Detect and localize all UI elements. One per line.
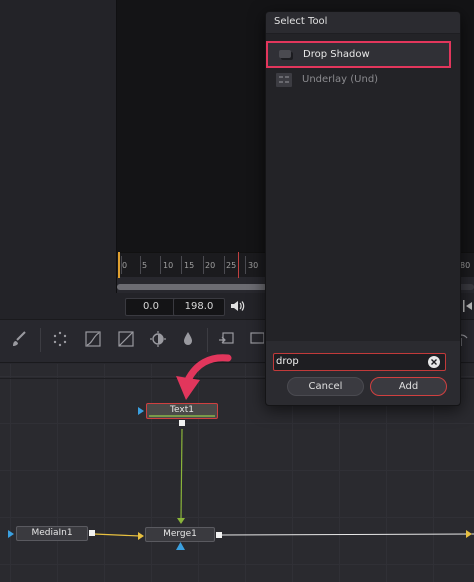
toolbar-separator [40, 328, 41, 352]
node-merge1[interactable]: Merge1 [145, 527, 215, 542]
connection-merge-out [219, 533, 474, 536]
ruler-tick-label: 20 [205, 261, 216, 270]
cancel-button[interactable]: Cancel [287, 377, 364, 396]
node-input-arrow[interactable] [8, 530, 14, 538]
tool-item-label: Drop Shadow [303, 49, 370, 60]
ruler-tick-label: 10 [163, 261, 174, 270]
node-status-bar [149, 415, 215, 417]
ruler-tick [245, 256, 246, 274]
merge-tool-icon[interactable] [217, 330, 235, 348]
gradient-icon[interactable] [117, 330, 135, 348]
ruler-tick-label: 25 [226, 261, 237, 270]
ruler-tick [160, 256, 161, 274]
blur-drop-icon[interactable] [179, 330, 197, 348]
connection-arrow-head [138, 532, 144, 540]
ruler-tick-label: 0 [122, 261, 128, 270]
tool-item-underlay[interactable]: Underlay (Und) [266, 70, 451, 92]
ruler-tick-label: 30 [248, 261, 259, 270]
tool-item-drop-shadow[interactable]: Drop Shadow [266, 41, 451, 68]
node-output-port[interactable] [89, 530, 95, 536]
node-output-port[interactable] [179, 420, 185, 426]
clear-search-icon[interactable] [428, 356, 440, 368]
tool-item-label: Underlay (Und) [302, 74, 379, 85]
transform-tool-icon[interactable] [250, 330, 264, 348]
particles-icon[interactable] [51, 330, 69, 348]
color-correct-icon[interactable] [149, 330, 167, 348]
ruler-tick-label: 5 [142, 261, 148, 270]
go-to-end-icon[interactable] [462, 299, 474, 313]
connection-media-merge [93, 533, 141, 537]
ruler-tick [181, 256, 182, 274]
node-label: MediaIn1 [31, 528, 73, 538]
node-output-port[interactable] [216, 532, 222, 538]
left-panel [0, 0, 116, 318]
dialog-title: Select Tool [274, 16, 328, 27]
toolbar-separator [207, 328, 208, 352]
render-start-marker[interactable] [118, 252, 120, 278]
ruler-tick [224, 256, 225, 274]
tool-search-input[interactable]: drop [273, 353, 446, 371]
node-text1[interactable]: Text1 [146, 403, 218, 419]
connection-arrow-head [466, 530, 472, 538]
start-time-field[interactable]: 0.0 [125, 298, 177, 316]
callout-arrow-icon [176, 354, 232, 400]
node-label: Merge1 [163, 529, 197, 539]
end-time-field[interactable]: 198.0 [173, 298, 225, 316]
ruler-tick [140, 256, 141, 274]
shadow-tool-icon [279, 50, 293, 60]
ruler-tick [203, 256, 204, 274]
time-scrubber-range[interactable] [117, 284, 267, 290]
connection-arrow-head [177, 518, 185, 524]
curves-icon[interactable] [84, 330, 102, 348]
node-label: Text1 [170, 405, 194, 415]
paint-brush-icon[interactable] [10, 330, 28, 348]
add-button[interactable]: Add [370, 377, 447, 396]
speaker-icon[interactable] [229, 298, 245, 314]
ruler-tick-label: 80 [460, 261, 471, 270]
playhead[interactable] [238, 252, 239, 278]
ruler-tick-label: 15 [184, 261, 195, 270]
connection-text-merge [180, 428, 183, 521]
node-mediain1[interactable]: MediaIn1 [16, 526, 88, 541]
underlay-tool-icon [276, 73, 292, 87]
node-input-arrow[interactable] [138, 407, 144, 415]
node-mask-input-arrow[interactable] [176, 542, 185, 550]
